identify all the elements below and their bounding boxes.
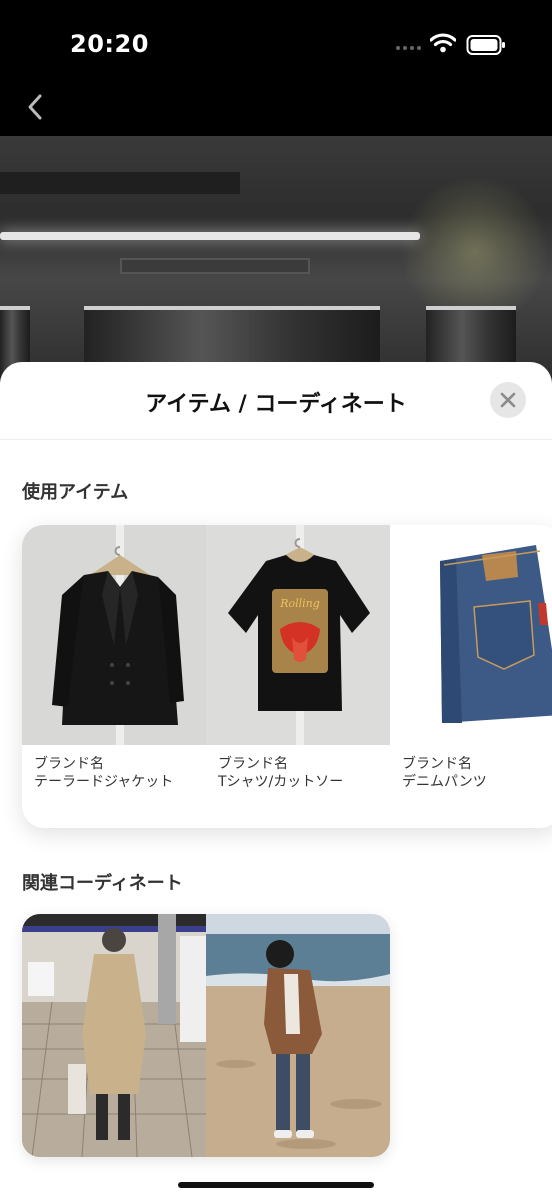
item-card[interactable]: Rolling ブランド名 Tシャツ/カットソー: [206, 525, 390, 828]
background-photo: [0, 136, 552, 396]
close-icon: [500, 392, 516, 408]
item-brand: ブランド名: [402, 756, 472, 772]
status-bar: 20:20: [0, 0, 552, 88]
station-coordinate-photo[interactable]: [22, 914, 206, 1157]
coordinates-section-title: 関連コーディネート: [22, 873, 183, 894]
items-section-title: 使用アイテム: [22, 482, 129, 503]
item-card[interactable]: ブランド名 デニムパンツ: [390, 525, 552, 828]
battery-icon: [466, 35, 505, 55]
item-name: テーラードジャケット: [34, 774, 174, 790]
cellular-signal-icon: [396, 46, 421, 50]
items-carousel[interactable]: ブランド名 テーラードジャケット Rolling ブランド名 Tシャツ/カットソ…: [22, 525, 552, 828]
item-name: Tシャツ/カットソー: [218, 774, 344, 790]
wifi-icon: [430, 33, 456, 53]
item-brand: ブランド名: [34, 756, 104, 772]
sheet-header: アイテム / コーディネート: [0, 362, 552, 440]
status-time: 20:20: [70, 30, 149, 58]
sheet-title: アイテム / コーディネート: [145, 392, 407, 417]
close-button[interactable]: [490, 382, 526, 418]
screen: 20:20 アイテム / コーディネート 使用アイテム ブランド名 テーラードジ…: [0, 0, 552, 1200]
items-coordinate-sheet: アイテム / コーディネート 使用アイテム ブランド名 テーラードジャケット R…: [0, 362, 552, 1200]
beach-coordinate-photo[interactable]: [206, 914, 390, 1157]
item-brand: ブランド名: [218, 756, 288, 772]
denim-photo: [390, 525, 552, 745]
jacket-photo: [22, 525, 206, 745]
home-indicator: [178, 1182, 374, 1188]
related-coordinates-carousel[interactable]: [22, 914, 390, 1157]
tshirt-photo: Rolling: [206, 525, 390, 745]
svg-text:Rolling: Rolling: [279, 597, 320, 610]
item-name: デニムパンツ: [402, 774, 487, 790]
back-chevron-icon[interactable]: [22, 92, 52, 122]
item-card[interactable]: ブランド名 テーラードジャケット: [22, 525, 206, 828]
